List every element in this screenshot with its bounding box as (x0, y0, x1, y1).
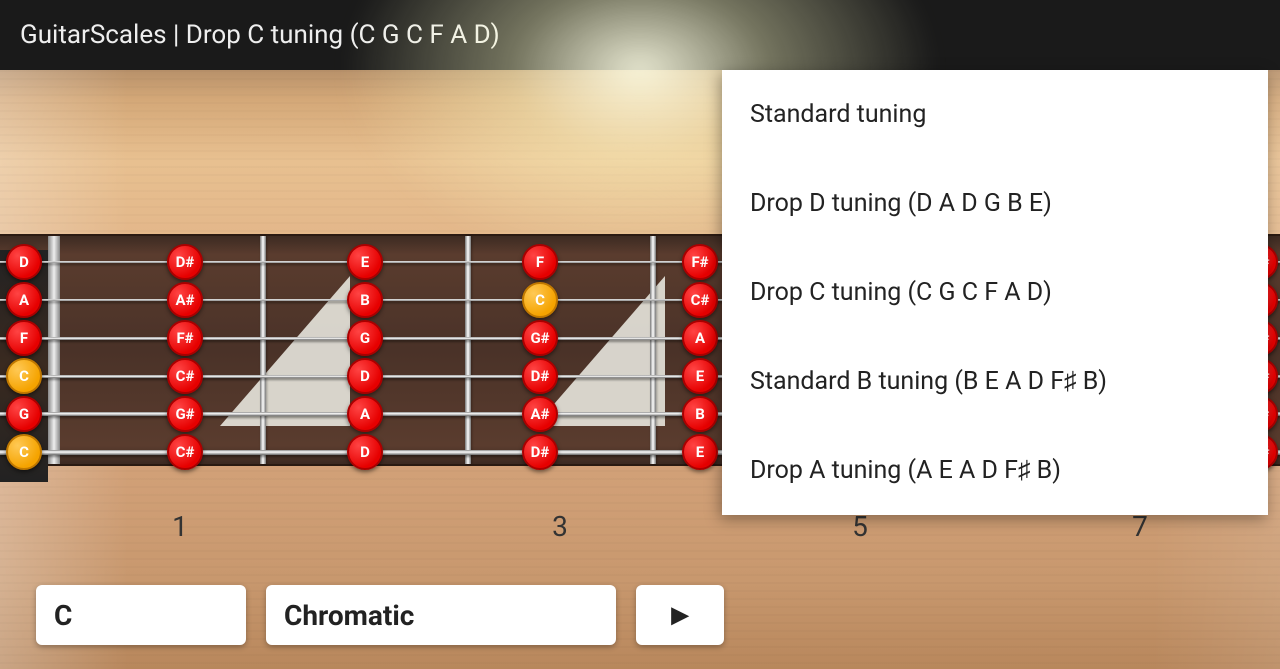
note-marker[interactable]: A# (522, 396, 558, 432)
note-marker[interactable]: D (347, 434, 383, 470)
note-marker[interactable]: E (682, 434, 718, 470)
note-marker[interactable]: G (6, 396, 42, 432)
main-content: DAFCGCD#A#F#C#G#C#EBGDADFCG#D#A#D#F#C#AE… (0, 70, 1280, 669)
note-marker[interactable]: G (347, 320, 383, 356)
note-marker[interactable]: B (682, 396, 718, 432)
note-marker[interactable]: C# (167, 358, 203, 394)
fret-number: 1 (172, 510, 188, 543)
note-marker[interactable]: F (522, 244, 558, 280)
tuning-option[interactable]: Drop D tuning (D A D G B E) (722, 159, 1268, 248)
note-marker[interactable]: A (6, 282, 42, 318)
note-marker[interactable]: F (6, 320, 42, 356)
note-marker[interactable]: G# (167, 396, 203, 432)
note-marker[interactable]: D (347, 358, 383, 394)
note-marker[interactable]: A (682, 320, 718, 356)
scale-label: Chromatic (284, 599, 414, 632)
note-marker[interactable]: A (347, 396, 383, 432)
note-marker[interactable]: B (347, 282, 383, 318)
note-marker[interactable]: C (6, 358, 42, 394)
tuning-option[interactable]: Standard tuning (722, 70, 1268, 159)
tuning-option[interactable]: Standard B tuning (B E A D F♯ B) (722, 337, 1268, 426)
note-marker[interactable]: E (347, 244, 383, 280)
note-marker[interactable]: C# (682, 282, 718, 318)
note-marker[interactable]: D (6, 244, 42, 280)
note-marker[interactable]: F# (682, 244, 718, 280)
note-marker[interactable]: D# (167, 244, 203, 280)
tuning-option[interactable]: Drop A tuning (A E A D F♯ B) (722, 426, 1268, 515)
play-icon: ▶ (672, 603, 689, 628)
tuning-option[interactable]: Drop C tuning (C G C F A D) (722, 248, 1268, 337)
root-note-label: C (54, 599, 72, 632)
note-marker[interactable]: F# (167, 320, 203, 356)
scale-selector[interactable]: Chromatic (266, 585, 616, 645)
note-marker[interactable]: A# (167, 282, 203, 318)
note-marker[interactable]: C (522, 282, 558, 318)
play-button[interactable]: ▶ (636, 585, 724, 645)
root-note-selector[interactable]: C (36, 585, 246, 645)
note-marker[interactable]: E (682, 358, 718, 394)
note-marker[interactable]: D# (522, 434, 558, 470)
note-marker[interactable]: C# (167, 434, 203, 470)
note-marker[interactable]: C (6, 434, 42, 470)
tuning-dropdown[interactable]: Standard tuning Drop D tuning (D A D G B… (722, 70, 1268, 515)
fret-number: 3 (552, 510, 568, 543)
bottom-controls: C Chromatic ▶ (36, 585, 724, 645)
note-marker[interactable]: D# (522, 358, 558, 394)
note-marker[interactable]: G# (522, 320, 558, 356)
